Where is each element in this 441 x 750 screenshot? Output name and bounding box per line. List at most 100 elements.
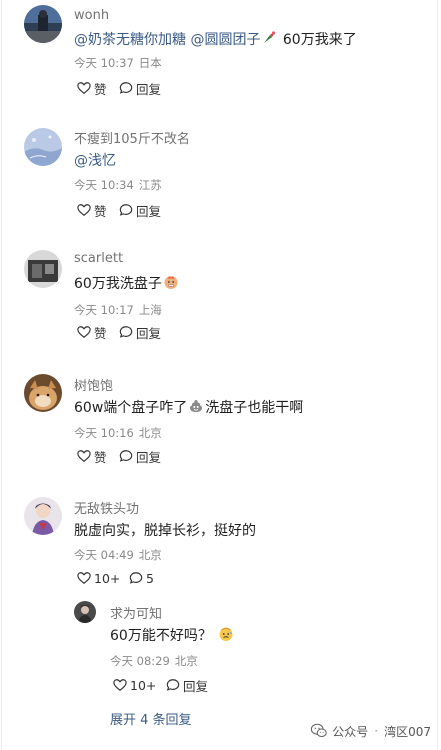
comment-text-body: 脱虚向实，脱掉长衫，挺好的: [74, 523, 256, 539]
poop-emoji-icon: [188, 398, 204, 414]
comment-meta: 今天 10:34 江苏: [74, 177, 162, 193]
reply-button[interactable]: 回复: [119, 324, 162, 341]
avatar[interactable]: [24, 5, 62, 43]
speech-bubble-icon: [119, 204, 133, 216]
comment-text: @奶茶无糖你加糖 @圆圆团子 60万我来了: [74, 29, 357, 49]
speech-bubble-icon: [119, 450, 133, 462]
comment-text-body: 60万我洗盘子: [74, 276, 162, 292]
mention-link[interactable]: @奶茶无糖你加糖: [74, 32, 186, 48]
like-count: 10+: [130, 677, 157, 693]
reply-avatar[interactable]: [74, 601, 96, 623]
right-divider: [437, 0, 438, 750]
comment-location: 日本: [138, 56, 162, 70]
ice-cream-emoji-icon: [261, 30, 277, 46]
comment-text: 60w端个盘子咋了 洗盘子也能干啊: [74, 397, 303, 417]
comment-author[interactable]: 不瘦到105斤不改名: [74, 128, 190, 147]
comment-meta: 今天 10:16 北京: [74, 425, 162, 441]
like-count: 10+: [94, 570, 121, 586]
heart-outline-icon: [77, 572, 91, 584]
comment-time: 今天 10:34: [74, 178, 134, 192]
reply-time: 今天 08:29: [110, 654, 170, 668]
comment-time: 今天 04:49: [74, 548, 134, 562]
mention-link[interactable]: @浅忆: [74, 153, 116, 169]
heart-outline-icon: [77, 326, 91, 338]
comment-text-body: 60w端个盘子咋了: [74, 400, 188, 416]
like-button[interactable]: 赞: [77, 80, 107, 97]
comment-text-tail: 60万我来了: [278, 32, 357, 48]
nervous-face-emoji-icon: [218, 626, 234, 642]
comment-location: 北京: [138, 548, 162, 562]
comment-author[interactable]: wonh: [74, 8, 109, 23]
left-divider: [1, 0, 2, 750]
reply-label: 回复: [183, 678, 209, 694]
like-label: 赞: [94, 203, 107, 219]
comment-meta: 今天 04:49 北京: [74, 547, 162, 563]
comment-text: 脱虚向实，脱掉长衫，挺好的: [74, 520, 256, 540]
avatar[interactable]: [24, 374, 62, 412]
reply-author[interactable]: 求为可知: [110, 603, 162, 622]
comment-location: 江苏: [138, 178, 162, 192]
reply-button[interactable]: 回复: [119, 202, 162, 219]
like-label: 赞: [94, 449, 107, 465]
comment-author[interactable]: scarlett: [74, 251, 123, 266]
speech-bubble-icon: [166, 679, 180, 691]
reply-meta: 今天 08:29 北京: [110, 653, 198, 669]
heart-outline-icon: [113, 679, 127, 691]
avatar[interactable]: [24, 250, 62, 288]
like-label: 赞: [94, 325, 107, 341]
reply-button[interactable]: 回复: [166, 677, 209, 694]
reply-count: 5: [146, 570, 154, 586]
like-button[interactable]: 10+: [77, 570, 120, 586]
comment-feed: wonh @奶茶无糖你加糖 @圆圆团子 60万我来了 今天 10:37 日本 赞 …: [0, 0, 441, 750]
avatar[interactable]: [24, 497, 62, 535]
avatar-image: [24, 250, 62, 288]
comment-location: 北京: [138, 426, 162, 440]
reply-label: 回复: [136, 203, 162, 219]
reply-label: 回复: [136, 81, 162, 97]
reply-label: 回复: [136, 325, 162, 341]
heart-outline-icon: [77, 450, 91, 462]
like-button[interactable]: 赞: [77, 448, 107, 465]
like-button[interactable]: 赞: [77, 202, 107, 219]
watermark: 公众号 · 湾区007: [310, 722, 431, 740]
like-label: 赞: [94, 81, 107, 97]
heart-outline-icon: [77, 204, 91, 216]
speech-bubble-icon: [119, 326, 133, 338]
avatar-image: [74, 601, 96, 623]
comment-text: @浅忆: [74, 150, 116, 170]
watermark-label: 公众号: [332, 724, 369, 739]
reply-button[interactable]: 回复: [119, 80, 162, 97]
comment-meta: 今天 10:37 日本: [74, 55, 162, 71]
reply-location: 北京: [174, 654, 198, 668]
speech-bubble-icon: [119, 82, 133, 94]
reply-button[interactable]: 5: [129, 570, 154, 586]
comment-author[interactable]: 无敌铁头功: [74, 498, 139, 517]
like-button[interactable]: 赞: [77, 324, 107, 341]
speech-bubble-icon: [129, 572, 143, 584]
avatar-image: [24, 497, 62, 535]
heart-outline-icon: [77, 82, 91, 94]
comment-author[interactable]: 树饱饱: [74, 375, 113, 394]
wechat-icon: [311, 723, 327, 738]
grimace-face-emoji-icon: [163, 274, 179, 290]
reply-text-body: 60万能不好吗？: [110, 628, 212, 644]
mention-link[interactable]: @圆圆团子: [190, 32, 260, 48]
reply-label: 回复: [136, 449, 162, 465]
reply-button[interactable]: 回复: [119, 448, 162, 465]
comment-time: 今天 10:17: [74, 303, 134, 317]
comment-time: 今天 10:37: [74, 56, 134, 70]
comment-meta: 今天 10:17 上海: [74, 302, 162, 318]
watermark-account: 湾区007: [384, 724, 431, 739]
expand-replies-link[interactable]: 展开 4 条回复: [110, 709, 192, 728]
comment-text-tail: 洗盘子也能干啊: [205, 400, 304, 416]
avatar-image: [24, 374, 62, 412]
avatar-image: [24, 128, 62, 166]
comment-time: 今天 10:16: [74, 426, 134, 440]
comment-location: 上海: [138, 303, 162, 317]
reply-text: 60万能不好吗？: [110, 625, 235, 645]
watermark-separator: ·: [374, 724, 379, 738]
comment-text: 60万我洗盘子: [74, 273, 180, 293]
like-button[interactable]: 10+: [113, 677, 156, 693]
avatar[interactable]: [24, 128, 62, 166]
avatar-image: [24, 5, 62, 43]
